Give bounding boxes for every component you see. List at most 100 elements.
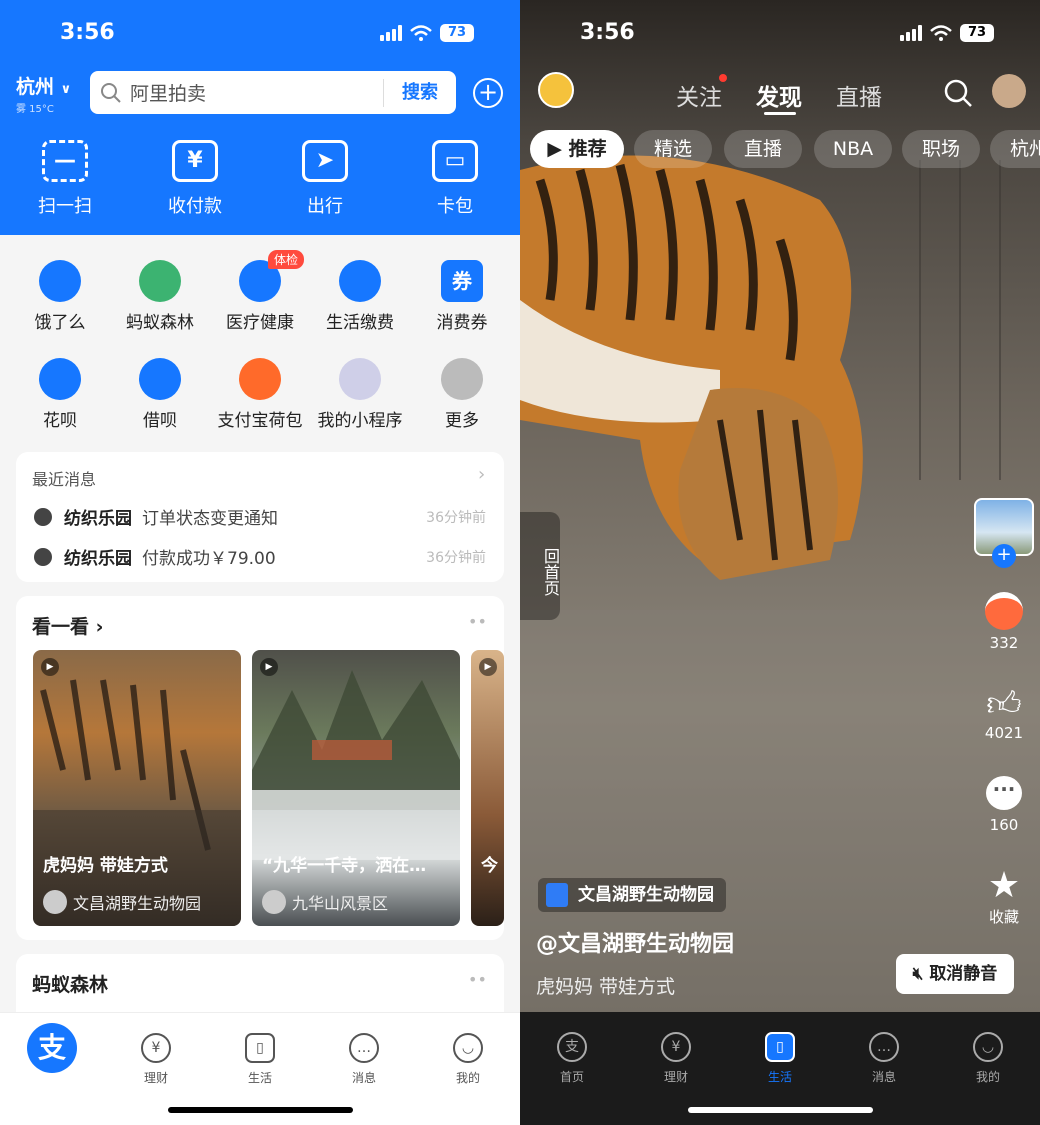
life-icon: ▯ — [245, 1033, 275, 1063]
tab-wealth[interactable]: ¥ 理财 — [126, 1033, 186, 1086]
feed-video-card[interactable]: ▶ 虎妈妈 带娃方式 文昌湖野生动物园 — [33, 650, 241, 926]
app-wallet[interactable]: 支付宝荷包 — [210, 358, 310, 431]
scan-button[interactable]: — 扫一扫 — [20, 140, 110, 218]
tab-mine[interactable]: ◡ 我的 — [438, 1033, 498, 1086]
avatar — [43, 890, 67, 914]
chip-live[interactable]: 直播 — [724, 130, 802, 168]
person-icon: ◡ — [973, 1032, 1003, 1062]
tab-live[interactable]: 直播 — [836, 78, 882, 112]
chevron-right-icon: › — [478, 464, 486, 485]
tab-label: 我的 — [455, 1071, 480, 1085]
app-label: 医疗健康 — [226, 313, 294, 333]
tab-label: 理财 — [663, 1070, 688, 1084]
yuan-icon: ¥ — [141, 1033, 171, 1063]
like-button[interactable]: 👍︎ 4021 — [974, 684, 1034, 742]
tab-messages[interactable]: … 消息 — [854, 1032, 914, 1085]
search-button[interactable]: 搜索 — [383, 78, 456, 107]
app-label: 蚂蚁森林 — [126, 313, 194, 333]
chip-nba[interactable]: NBA — [814, 130, 892, 168]
mountain-thumbnail — [252, 670, 460, 860]
search-bar[interactable]: 阿里拍卖 搜索 — [90, 71, 456, 114]
follow-plus-icon[interactable]: + — [992, 544, 1016, 568]
wallet-icon — [239, 358, 281, 400]
app-bolt[interactable]: 生活缴费 — [310, 260, 410, 333]
tab-label: 直播 — [836, 85, 882, 111]
user-level-icon[interactable] — [538, 72, 574, 108]
tab-label: 生活 — [247, 1071, 272, 1085]
chip-career[interactable]: 职场 — [902, 130, 980, 168]
back-home-button[interactable]: 回首页 — [520, 512, 560, 620]
video-description: 虎妈妈 带娃方式 — [536, 976, 676, 998]
tab-life[interactable]: ▯ 生活 — [230, 1033, 290, 1086]
tab-mine[interactable]: ◡ 我的 — [958, 1032, 1018, 1085]
video-author: 九华山风景区 — [262, 890, 388, 914]
app-forest[interactable]: 蚂蚁森林 — [110, 260, 210, 333]
messages-title: 最近消息 — [32, 470, 97, 489]
app-coupon[interactable]: 券消费券 — [412, 260, 512, 333]
home-indicator — [688, 1107, 873, 1113]
search-input[interactable]: 阿里拍卖 — [130, 79, 383, 106]
feed-title-text: 看一看 — [32, 616, 90, 638]
tab-discover[interactable]: 发现 — [756, 78, 802, 112]
status-time: 3:56 — [580, 20, 635, 45]
gift-count: 332 — [989, 634, 1019, 652]
alipay-logo-icon[interactable]: 支 — [27, 1023, 77, 1073]
tab-home[interactable]: 支首页 — [542, 1032, 602, 1085]
yuan-icon: ¥ — [172, 140, 218, 182]
creator-handle[interactable]: @文昌湖野生动物园 — [536, 926, 734, 958]
video-screen: 3:56 73 关注 发现 直播 ▶ 推荐 精选 直播 NBA 职场 杭州 回首… — [520, 0, 1040, 1125]
feed-video-card[interactable]: ▶ 今 — [471, 650, 504, 926]
tab-following[interactable]: 关注 — [676, 78, 722, 112]
badge: 体检 — [268, 250, 305, 269]
forest-title: 蚂蚁森林 — [32, 974, 109, 996]
avatar — [34, 507, 52, 526]
tab-wealth[interactable]: ¥ 理财 — [646, 1032, 706, 1085]
app-label: 生活缴费 — [326, 313, 394, 333]
message-row[interactable]: 纺织乐园 订单状态变更通知 36分钟前 — [34, 504, 486, 529]
unmute-button[interactable]: 🔇︎ 取消静音 — [896, 954, 1014, 994]
travel-button[interactable]: ➤ 出行 — [280, 140, 370, 218]
notification-dot — [719, 74, 727, 82]
tab-label: 发现 — [756, 85, 802, 111]
recent-messages-card[interactable]: 最近消息 › 纺织乐园 订单状态变更通知 36分钟前 纺织乐园 付款成功￥79.… — [16, 452, 504, 582]
add-icon[interactable]: + — [473, 78, 503, 108]
status-icons: 73 — [900, 24, 994, 42]
feed-video-card[interactable]: ▶ “九华一千寺，洒在… 九华山风景区 — [252, 650, 460, 926]
app-eleme[interactable]: 饿了么 — [10, 260, 110, 333]
app-huabei[interactable]: 花呗 — [10, 358, 110, 431]
search-icon[interactable] — [943, 78, 973, 108]
back-home-label: 回首页 — [541, 548, 560, 596]
tab-messages[interactable]: … 消息 — [334, 1033, 394, 1086]
more-dots-icon[interactable]: •• — [468, 970, 487, 989]
active-tab-indicator — [764, 112, 796, 115]
more-dots-icon[interactable]: •• — [468, 612, 487, 631]
jiebei-icon — [139, 358, 181, 400]
feed-title[interactable]: 看一看 › — [32, 612, 103, 639]
comment-button[interactable]: ··· 160 — [974, 776, 1034, 834]
app-more[interactable]: 更多 — [412, 358, 512, 431]
chip-hangzhou[interactable]: 杭州 — [990, 130, 1040, 168]
signal-icon — [380, 25, 402, 41]
message-row[interactable]: 纺织乐园 付款成功￥79.00 36分钟前 — [34, 544, 486, 569]
wifi-icon — [410, 25, 432, 41]
gift-button[interactable]: 332 — [974, 592, 1034, 652]
tab-life[interactable]: ▯ 生活 — [750, 1032, 810, 1085]
avatar[interactable] — [992, 74, 1026, 108]
app-jiebei[interactable]: 借呗 — [110, 358, 210, 431]
chip-selected[interactable]: 精选 — [634, 130, 712, 168]
favorite-button[interactable]: ★ 收藏 — [974, 866, 1034, 927]
chip-recommend[interactable]: ▶ 推荐 — [530, 130, 624, 168]
app-miniapp[interactable]: 我的小程序 — [310, 358, 410, 431]
cards-button[interactable]: ▭ 卡包 — [410, 140, 500, 218]
city-selector[interactable]: 杭州 ∨ — [16, 72, 71, 99]
creator-tag[interactable]: 文昌湖野生动物园 — [538, 878, 726, 912]
tab-label: 理财 — [143, 1071, 168, 1085]
chevron-down-icon: ∨ — [60, 82, 72, 97]
battery-icon: 73 — [960, 24, 994, 42]
huabei-icon — [39, 358, 81, 400]
creator-avatar[interactable]: + — [974, 498, 1034, 568]
app-heart[interactable]: 体检医疗健康 — [210, 250, 310, 333]
app-label: 我的小程序 — [317, 411, 403, 431]
thumbs-up-icon: 👍︎ — [986, 684, 1022, 724]
pay-button[interactable]: ¥ 收付款 — [150, 140, 240, 218]
